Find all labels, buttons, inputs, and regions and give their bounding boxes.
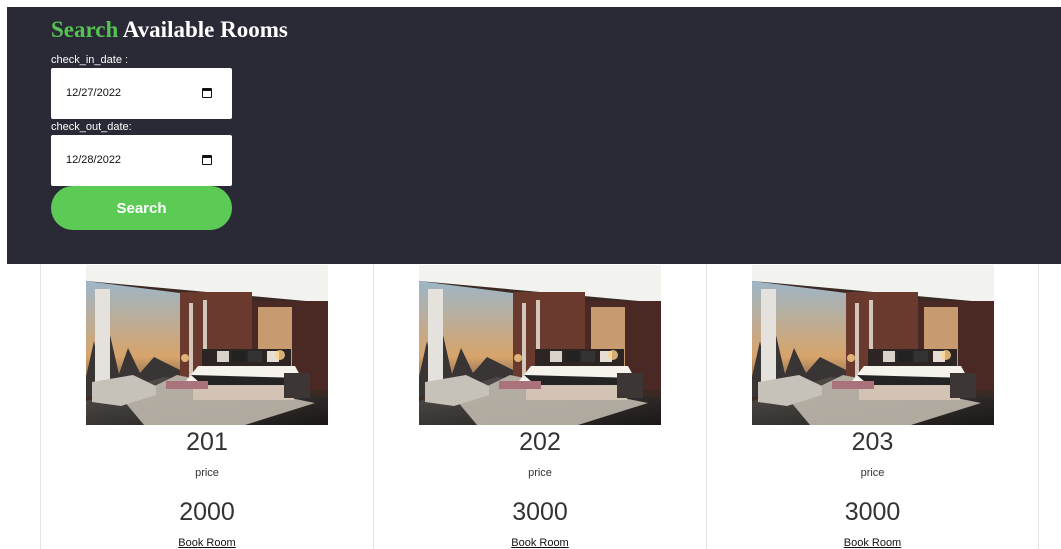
room-photo — [86, 265, 328, 425]
room-list: 201 price 2000 Book Room 202 price 3000 … — [40, 264, 1039, 549]
room-photo — [752, 265, 994, 425]
search-panel: Search Available Rooms check_in_date : 1… — [7, 7, 1061, 264]
room-photo — [419, 265, 661, 425]
room-price: 2000 — [179, 498, 235, 526]
check-out-date-input[interactable]: 12/28/2022 — [51, 135, 232, 186]
calendar-icon[interactable] — [202, 88, 212, 98]
check-out-date-value: 12/28/2022 — [66, 154, 122, 166]
calendar-icon[interactable] — [202, 155, 212, 165]
price-label: price — [860, 467, 885, 479]
room-number: 201 — [186, 428, 228, 456]
book-room-link[interactable]: Book Room — [374, 537, 706, 549]
room-card-201: 201 price 2000 Book Room — [40, 264, 373, 549]
page-title-rest: Available Rooms — [118, 17, 288, 42]
room-price: 3000 — [512, 498, 568, 526]
price-label: price — [195, 467, 219, 479]
search-button[interactable]: Search — [51, 186, 232, 230]
book-room-link[interactable]: Book Room — [41, 537, 373, 549]
room-price: 3000 — [844, 498, 901, 526]
book-room-link[interactable]: Book Room — [707, 537, 1038, 549]
check-in-label: check_in_date : — [51, 54, 129, 66]
room-number: 202 — [519, 428, 561, 456]
room-card-203: 203 price 3000 Book Room — [706, 264, 1039, 549]
room-number: 203 — [851, 428, 894, 456]
check-in-date-value: 12/27/2022 — [66, 87, 122, 99]
price-label: price — [528, 467, 552, 479]
check-out-label: check_out_date: — [51, 121, 132, 133]
check-in-date-input[interactable]: 12/27/2022 — [51, 68, 232, 119]
page-title: Search Available Rooms — [51, 17, 288, 43]
room-card-202: 202 price 3000 Book Room — [373, 264, 706, 549]
page-title-accent: Search — [51, 17, 119, 42]
